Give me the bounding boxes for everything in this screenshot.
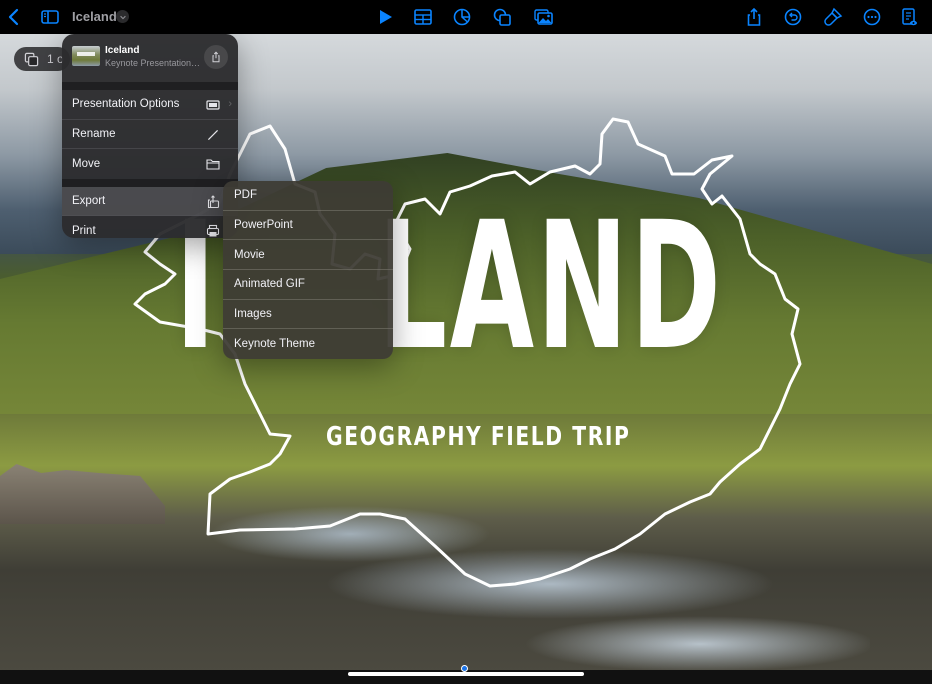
export-option-animated-gif[interactable]: Animated GIF [223,270,393,300]
export-option-images[interactable]: Images [223,300,393,330]
menu-item-label: Rename [72,127,116,140]
export-option-movie[interactable]: Movie [223,240,393,271]
more-button[interactable] [860,5,884,29]
slide-subtitle[interactable]: GEOGRAPHY FIELD TRIP [326,422,630,452]
document-thumbnail [72,46,100,66]
menu-item-label: Export [72,194,106,207]
insert-table-button[interactable] [411,5,435,29]
document-menu: Iceland Keynote Presentation… Presentati… [62,34,238,238]
undo-icon [784,8,802,26]
more-icon [863,8,881,26]
export-option-powerpoint[interactable]: PowerPoint [223,211,393,241]
presenter-notes-button[interactable] [897,5,921,29]
menu-item-rename[interactable]: Rename [62,120,238,149]
folder-icon [206,157,220,171]
menu-separator [62,178,238,187]
chart-icon [453,8,471,26]
undo-button[interactable] [781,5,805,29]
title-menu-button[interactable] [116,10,129,23]
play-button[interactable] [373,5,397,29]
presenter-notes-icon [902,8,917,26]
scroll-position-indicator[interactable] [461,665,468,672]
shapes-icon [493,8,511,26]
sidebar-icon [41,10,59,24]
sidebar-toggle-button[interactable] [38,5,62,29]
format-brush-icon [824,7,843,26]
menu-item-label: Presentation Options [72,98,180,111]
menu-header: Iceland Keynote Presentation… [62,34,238,82]
presentation-icon [206,98,220,112]
export-submenu: PDF PowerPoint Movie Animated GIF Images… [223,181,393,359]
export-icon [206,194,220,209]
share-icon [212,51,220,63]
share-icon [747,7,761,26]
insert-media-button[interactable] [531,5,555,29]
media-icon [534,9,553,25]
menu-item-export[interactable]: Export [62,186,238,216]
insert-shape-button[interactable] [490,5,514,29]
toolbar: Iceland [0,0,932,34]
slides-icon [24,52,39,66]
chevron-left-icon [8,8,19,26]
home-indicator[interactable] [348,672,584,676]
menu-item-print[interactable]: Print [62,216,238,238]
menu-item-move[interactable]: Move [62,149,238,179]
printer-icon [206,224,220,238]
export-option-pdf[interactable]: PDF [223,181,393,211]
menu-share-button[interactable] [204,45,228,69]
menu-header-subtitle: Keynote Presentation… [105,58,201,68]
chevron-right-icon: › [228,98,232,110]
slide-title-suffix: LAND [377,184,724,389]
menu-item-presentation-options[interactable]: Presentation Options › [62,90,238,120]
export-option-keynote-theme[interactable]: Keynote Theme [223,329,393,359]
menu-item-label: Print [72,224,96,237]
menu-item-label: Move [72,157,101,170]
table-icon [414,9,432,25]
play-icon [380,10,392,24]
format-button[interactable] [821,5,845,29]
menu-header-title: Iceland [105,45,140,56]
chevron-down-icon [119,15,126,19]
pencil-icon [206,128,220,142]
back-button[interactable] [2,5,26,29]
document-title[interactable]: Iceland [72,9,117,24]
menu-separator [62,82,238,90]
share-button[interactable] [742,5,766,29]
insert-chart-button[interactable] [450,5,474,29]
